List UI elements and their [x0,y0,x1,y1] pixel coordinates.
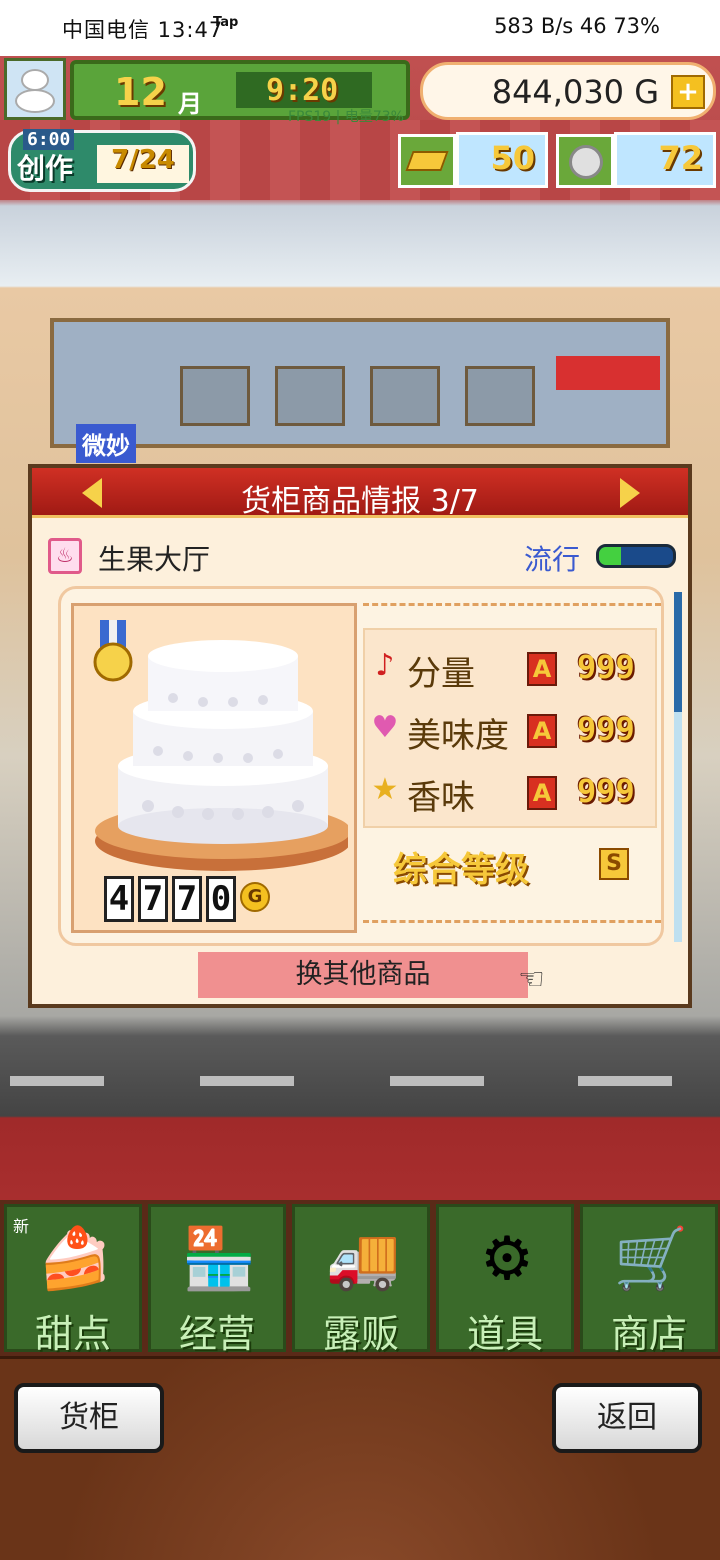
gold-bar: 844,030 G + [420,62,716,120]
popularity-bar [596,544,676,568]
price-digit: 7 [172,876,202,922]
gold-coin-icon: G [240,882,270,912]
dialog-title: 货柜商品情报 3/7 [241,484,479,519]
menu-items-button[interactable]: ⚙ 道具 [436,1204,574,1356]
menu-label: 道具 [466,1312,543,1356]
stat-grade: A [527,714,557,748]
create-count: 7/24 [97,145,189,183]
carrier-time: 中国电信 13:47 [62,18,224,42]
create-panel[interactable]: 6:00 创作 7/24 [8,129,196,192]
category-name: 生果大厅 [98,543,211,576]
road-dash [10,1076,104,1086]
gold-amount: 844,030 G [491,73,659,111]
showcase-button[interactable]: 货柜 [14,1383,164,1453]
snowman-icon [21,69,49,91]
product-detail-panel: 4770G ♪ 分量 A 999 ♥ 美味度 A 999 ★ 香味 A 999 [58,586,664,946]
stat-row: ♪ 分量 A 999 [367,640,657,696]
research-points: 50 [456,132,548,188]
oven [370,366,440,426]
medal-icon [556,134,614,188]
road-dash [390,1076,484,1086]
overall-rank-grade: S [599,848,629,880]
medal-value: 72 [658,139,703,177]
popularity-fill [599,547,622,565]
stat-grade: A [527,652,557,686]
plus-icon[interactable]: + [671,75,705,109]
month-value: 12 [114,70,167,114]
dialog-header: 货柜商品情报 3/7 [32,468,688,519]
stat-grade: A [527,776,557,810]
gear-icon: ⚙ [480,1224,534,1294]
road-dash [578,1076,672,1086]
product-info-dialog: 货柜商品情报 3/7 ♨ 生果大厅 流行 4 7 7 0 G ♪ 分量 A 99… [28,464,692,1008]
oven [465,366,535,426]
status-bar: 中国电信 13:47 Tap 583 B/s 46 73% [0,0,720,56]
cake-category-icon: ♨ [48,538,82,574]
menu-label: 露贩 [322,1312,399,1356]
stat-row: ★ 香味 A 999 [367,764,657,820]
stat-label: 香味 [407,778,475,818]
cake-icon: 🍰 [37,1224,113,1294]
price-digit: 0 [206,876,236,922]
next-arrow-icon[interactable] [620,478,640,508]
bottom-bar: 货柜 返回 [0,1356,720,1560]
menu-dessert-button[interactable]: 新 🍰 甜点 [4,1204,142,1356]
menu-store-button[interactable]: 🛒 商店 [580,1204,718,1356]
stat-value: 999 [577,710,635,748]
main-menu: 新 🍰 甜点 🏪 经营 🚚 露贩 ⚙ 道具 🛒 商店 [0,1200,720,1356]
popularity-label: 流行 [524,543,581,576]
product-image-box: 4770G [71,603,357,933]
oven [180,366,250,426]
price-display: 4770G [104,876,270,926]
medal-points: 72 [614,132,716,188]
price-digit: 7 [138,876,168,922]
player-avatar[interactable] [4,58,66,120]
shop-icon: 🏪 [181,1224,257,1294]
price-digit: 4 [104,876,134,922]
research-value: 50 [490,139,535,177]
wedding-cake-image [93,620,348,871]
game-time: 9:20 [266,73,339,108]
note-icon: ♪ [375,648,395,683]
stat-row: ♥ 美味度 A 999 [367,702,657,758]
truck-icon: 🚚 [325,1224,401,1294]
menu-label: 经营 [178,1312,255,1356]
research-icon [398,134,456,188]
fps-readout: FPS19 | 电量73% [288,109,404,125]
heart-icon: ♥ [371,710,399,745]
back-button[interactable]: 返回 [552,1383,702,1453]
scrollbar[interactable] [674,592,682,942]
month-unit: 月 [178,90,202,118]
shop-sign: 微妙 [76,424,136,463]
menu-manage-button[interactable]: 🏪 经营 [148,1204,286,1356]
time-box: 9:20 [236,72,372,108]
stat-value: 999 [577,772,635,810]
switch-product-button[interactable]: 换其他商品 [198,952,528,998]
overall-rank-label: 综合等级 [393,850,529,890]
cart-icon: 🛒 [613,1224,689,1294]
road-dash [200,1076,294,1086]
stat-label: 分量 [407,654,475,694]
menu-label: 甜点 [34,1312,111,1356]
scrollbar-thumb[interactable] [674,592,682,712]
star-icon: ★ [371,772,399,807]
red-awning [556,356,660,390]
menu-label: 商店 [610,1312,687,1356]
pointing-hand-icon: ☜ [518,962,545,997]
oven [275,366,345,426]
stat-label: 美味度 [407,716,509,756]
stats-panel: ♪ 分量 A 999 ♥ 美味度 A 999 ★ 香味 A 999 综合等级 S [363,603,661,923]
tap-label: Tap [213,15,239,30]
create-label: 创作 [17,152,74,185]
status-right-info: 583 B/s 46 73% [494,14,660,38]
menu-stall-button[interactable]: 🚚 露贩 [292,1204,430,1356]
stat-value: 999 [577,648,635,686]
